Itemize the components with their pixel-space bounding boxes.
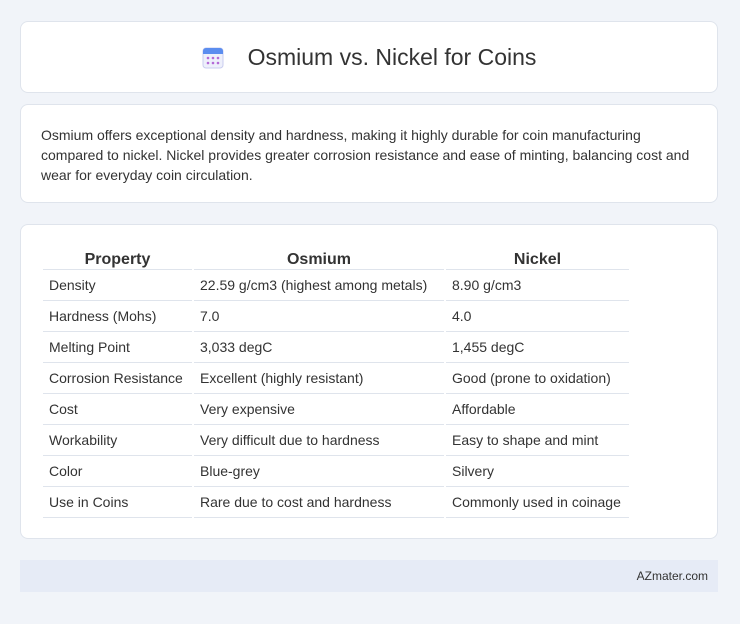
osmium-cell: Blue-grey: [194, 456, 444, 487]
property-cell: Color: [43, 456, 192, 487]
table-header-row: Property Osmium Nickel: [43, 245, 629, 270]
column-header-nickel: Nickel: [446, 245, 629, 270]
property-cell: Melting Point: [43, 332, 192, 363]
calendar-icon: [202, 45, 224, 69]
summary-text: Osmium offers exceptional density and ha…: [41, 127, 690, 183]
table-row: Color Blue-grey Silvery: [43, 456, 629, 487]
title-card: Osmium vs. Nickel for Coins: [20, 21, 718, 93]
table-row: Melting Point 3,033 degC 1,455 degC: [43, 332, 629, 363]
footer-source-link[interactable]: AZmater.com: [637, 569, 708, 583]
nickel-cell: 1,455 degC: [446, 332, 629, 363]
osmium-cell: Excellent (highly resistant): [194, 363, 444, 394]
footer: AZmater.com: [20, 560, 718, 592]
property-cell: Corrosion Resistance: [43, 363, 192, 394]
osmium-cell: 22.59 g/cm3 (highest among metals): [194, 270, 444, 301]
nickel-cell: Easy to shape and mint: [446, 425, 629, 456]
nickel-cell: Silvery: [446, 456, 629, 487]
table-row: Cost Very expensive Affordable: [43, 394, 629, 425]
column-header-property: Property: [43, 245, 192, 270]
column-header-osmium: Osmium: [194, 245, 444, 270]
nickel-cell: Good (prone to oxidation): [446, 363, 629, 394]
comparison-table: Property Osmium Nickel Density 22.59 g/c…: [41, 245, 631, 518]
table-row: Hardness (Mohs) 7.0 4.0: [43, 301, 629, 332]
page-title: Osmium vs. Nickel for Coins: [247, 43, 537, 70]
nickel-cell: 4.0: [446, 301, 629, 332]
table-row: Corrosion Resistance Excellent (highly r…: [43, 363, 629, 394]
property-cell: Use in Coins: [43, 487, 192, 518]
property-cell: Hardness (Mohs): [43, 301, 192, 332]
property-cell: Density: [43, 270, 192, 301]
osmium-cell: Very expensive: [194, 394, 444, 425]
nickel-cell: Commonly used in coinage: [446, 487, 629, 518]
table-row: Use in Coins Rare due to cost and hardne…: [43, 487, 629, 518]
table-row: Density 22.59 g/cm3 (highest among metal…: [43, 270, 629, 301]
table-row: Workability Very difficult due to hardne…: [43, 425, 629, 456]
osmium-cell: Rare due to cost and hardness: [194, 487, 444, 518]
osmium-cell: Very difficult due to hardness: [194, 425, 444, 456]
osmium-cell: 3,033 degC: [194, 332, 444, 363]
property-cell: Workability: [43, 425, 192, 456]
nickel-cell: Affordable: [446, 394, 629, 425]
property-cell: Cost: [43, 394, 192, 425]
nickel-cell: 8.90 g/cm3: [446, 270, 629, 301]
comparison-table-card: Property Osmium Nickel Density 22.59 g/c…: [20, 224, 718, 539]
summary-card: Osmium offers exceptional density and ha…: [20, 104, 718, 203]
osmium-cell: 7.0: [194, 301, 444, 332]
